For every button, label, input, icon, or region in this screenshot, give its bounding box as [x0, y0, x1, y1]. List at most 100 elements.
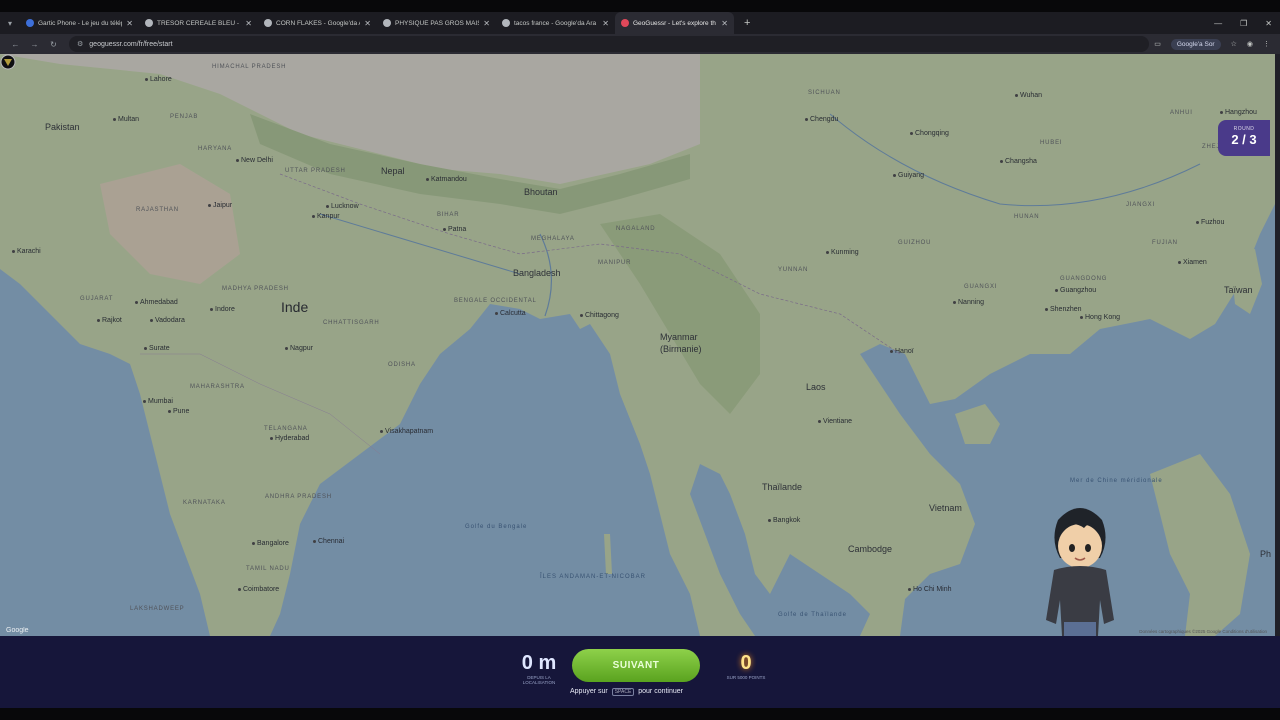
map-city: Lucknow: [326, 203, 359, 210]
close-icon[interactable]: ✕: [245, 19, 252, 28]
map-region: JIANGXI: [1126, 202, 1155, 208]
map-city: Fuzhou: [1196, 219, 1224, 226]
map-region: KARNATAKA: [183, 500, 226, 506]
back-icon[interactable]: ←: [6, 40, 25, 49]
tab-title: TRESOR CEREALE BLEU - Goog: [157, 19, 241, 27]
forward-icon[interactable]: →: [25, 40, 44, 49]
map-city: Hangzhou: [1220, 109, 1257, 116]
map-label: Inde: [281, 299, 309, 315]
distance-readout: 0 m DEPUIS LA LOCALISATION: [516, 652, 562, 686]
maximize-icon[interactable]: ❐: [1240, 19, 1247, 28]
browser-menu-icon[interactable]: ⋮: [1263, 40, 1270, 48]
map-city: Calcutta: [495, 310, 526, 317]
bookmark-star-icon[interactable]: ☆: [1231, 40, 1237, 48]
map-city: Guangzhou: [1055, 287, 1096, 294]
tab-search-icon[interactable]: ▾: [0, 12, 20, 34]
guess-pin-icon[interactable]: [0, 54, 16, 72]
map-label: Myanmar: [660, 332, 698, 342]
map-label: Thaïlande: [762, 482, 803, 492]
map-city: Chittagong: [580, 312, 619, 319]
map-sea: ÎLES ANDAMAN-ET-NICOBAR: [540, 574, 647, 580]
map-label: Bangladesh: [513, 268, 561, 278]
site-info-icon[interactable]: ⚙: [77, 40, 83, 48]
next-round-button[interactable]: SUIVANT: [572, 649, 700, 682]
map-city: Shenzhen: [1045, 306, 1082, 313]
map-copyright: Données cartographiques ©2025 Google Con…: [1139, 629, 1267, 634]
tab-physique[interactable]: PHYSIQUE PAS GROS MAIS FI ✕: [377, 12, 496, 34]
close-icon[interactable]: ✕: [483, 19, 490, 28]
tab-cornflakes[interactable]: CORN FLAKES - Google'da Ara ✕: [258, 12, 377, 34]
url-field[interactable]: ⚙ geoguessr.com/fr/free/start: [69, 36, 1149, 52]
tab-tresor[interactable]: TRESOR CEREALE BLEU - Goog ✕: [139, 12, 258, 34]
map-city: Hyderabad: [270, 435, 309, 442]
map-city: Ahmedabad: [135, 299, 178, 306]
map-region: UTTAR PRADESH: [285, 168, 346, 174]
player-avatar: [1046, 508, 1114, 636]
address-bar: ← → ↻ ⚙ geoguessr.com/fr/free/start ▭ Go…: [0, 34, 1280, 54]
map-city: Kanpur: [312, 213, 340, 220]
map-region: PENJAB: [170, 114, 199, 120]
page-scrollbar[interactable]: [1275, 54, 1280, 636]
map-city: Lahore: [145, 76, 172, 83]
tab-title: Gartic Phone - Le jeu du télép: [38, 19, 123, 27]
distance-caption: DEPUIS LA LOCALISATION: [522, 675, 556, 686]
map-region: MAHARASHTRA: [190, 384, 245, 390]
map-city: Surate: [144, 345, 170, 352]
tab-title: GeoGuessr - Let's explore th: [633, 19, 716, 27]
map-region: GUANGDONG: [1060, 276, 1108, 282]
map-region: LAKSHADWEEP: [130, 606, 185, 612]
reload-icon[interactable]: ↻: [44, 40, 63, 49]
map-city: Wuhan: [1015, 92, 1042, 99]
cast-icon[interactable]: ▭: [1154, 40, 1161, 48]
map-city: Karachi: [12, 248, 41, 255]
google-lens-pill[interactable]: Google'a Sor: [1170, 38, 1221, 50]
map-city: Nagpur: [285, 345, 313, 352]
close-icon[interactable]: ✕: [721, 19, 728, 28]
tab-title: tacos france - Google'da Ara: [514, 19, 597, 27]
map-city: Hong Kong: [1080, 314, 1120, 321]
close-icon[interactable]: ✕: [602, 19, 609, 28]
map-city: Chongqing: [910, 130, 949, 137]
new-tab-button[interactable]: +: [744, 17, 750, 29]
round-value: 2 / 3: [1231, 132, 1257, 147]
map-city: Indore: [210, 306, 235, 313]
tab-title: CORN FLAKES - Google'da Ara: [276, 19, 361, 27]
google-icon: [383, 19, 391, 27]
map-region: HIMACHAL PRADESH: [212, 64, 287, 70]
map-region: SICHUAN: [808, 90, 841, 96]
map-region: YUNNAN: [778, 267, 809, 273]
profile-icon[interactable]: ◉: [1247, 40, 1253, 48]
map-label: Vietnam: [929, 503, 962, 513]
minimize-icon[interactable]: —: [1214, 19, 1222, 28]
map-city: Rajkot: [97, 317, 122, 324]
map-sea: Mer de Chine méridionale: [1070, 478, 1163, 484]
map-city: Visakhapatnam: [380, 428, 433, 435]
close-icon[interactable]: ✕: [364, 19, 371, 28]
map-city: Chengdu: [805, 116, 838, 123]
round-indicator: ROUND 2 / 3: [1218, 120, 1270, 156]
address-bar-actions: ▭ Google'a Sor ☆ ◉ ⋮: [1154, 34, 1270, 54]
map-city: Vientiane: [818, 418, 852, 425]
close-window-icon[interactable]: ✕: [1265, 19, 1272, 28]
map-city: Pune: [168, 408, 189, 415]
map-region: BIHAR: [437, 212, 460, 218]
score-value: 0: [740, 652, 752, 674]
map-region: TAMIL NADU: [246, 566, 290, 572]
geoguessr-icon: [621, 19, 629, 27]
tab-tacos[interactable]: tacos france - Google'da Ara ✕: [496, 12, 615, 34]
map-region: RAJASTHAN: [136, 207, 179, 213]
google-icon: [264, 19, 272, 27]
tab-gartic[interactable]: Gartic Phone - Le jeu du télép ✕: [20, 12, 139, 34]
guess-map[interactable]: Pakistan Nepal Bhoutan Bangladesh Inde M…: [0, 54, 1275, 636]
map-city: Coimbatore: [238, 586, 279, 593]
map-region: GUANGXI: [964, 284, 998, 290]
map-region: HUNAN: [1014, 214, 1040, 220]
map-city: Hanoï: [890, 348, 914, 355]
google-icon: [502, 19, 510, 27]
tab-geoguessr[interactable]: GeoGuessr - Let's explore th ✕: [615, 12, 734, 34]
space-key-badge: SPACE: [611, 688, 635, 696]
round-label: ROUND: [1233, 126, 1255, 132]
tab-title: PHYSIQUE PAS GROS MAIS FI: [395, 19, 479, 27]
close-icon[interactable]: ✕: [126, 19, 133, 28]
google-icon: [145, 19, 153, 27]
